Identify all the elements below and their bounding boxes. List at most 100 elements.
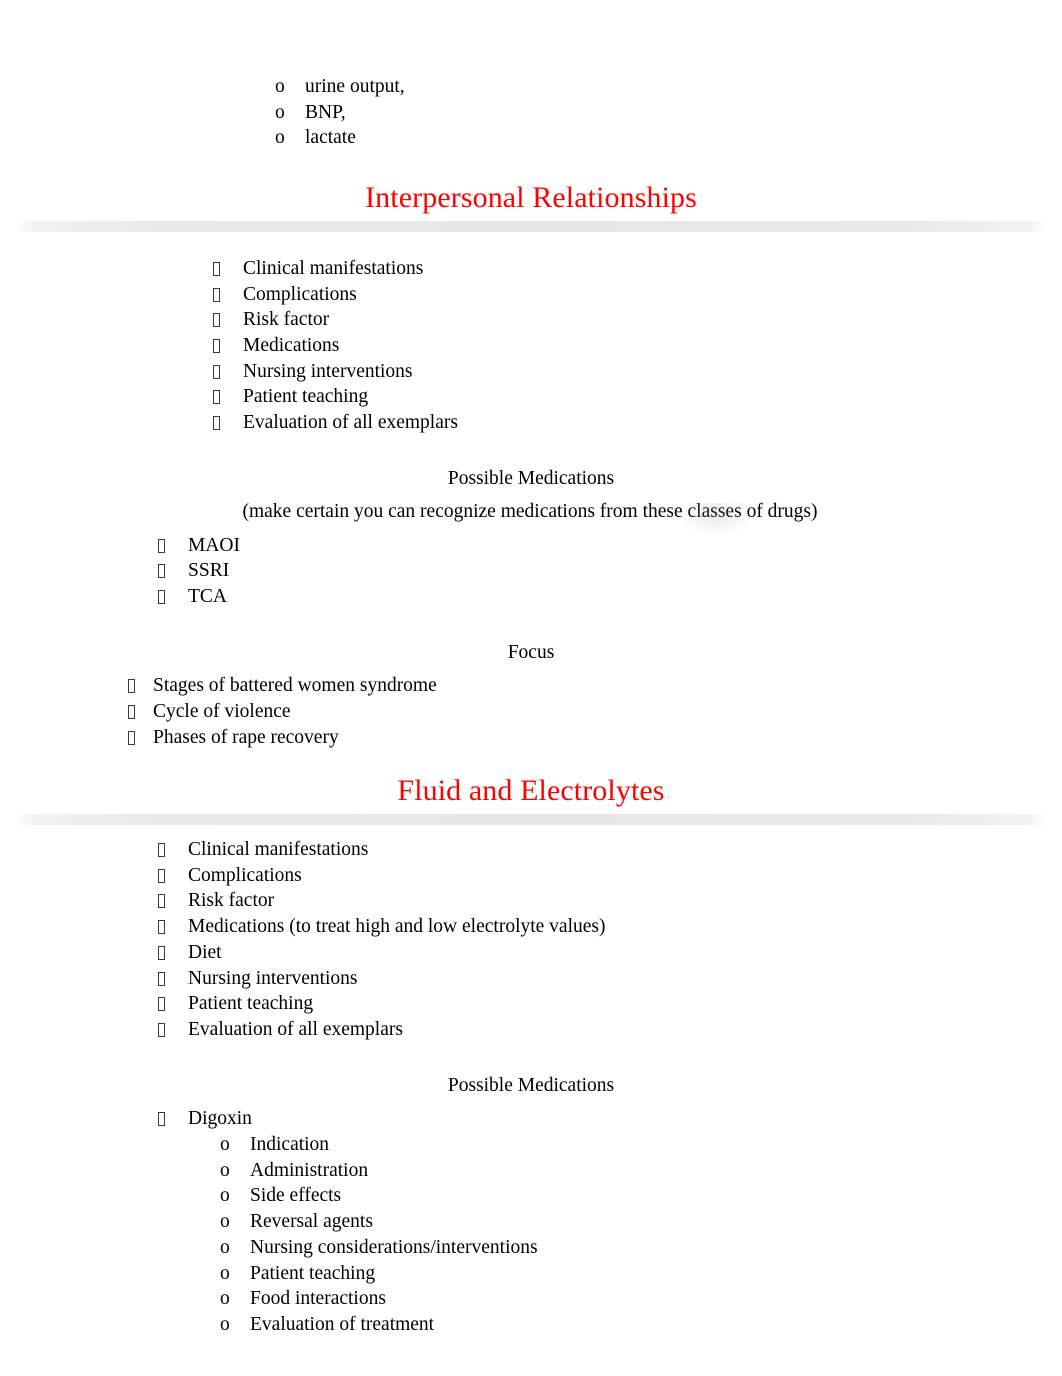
possible-medications-title-two: Possible Medications: [447, 1074, 615, 1096]
list-item: Patient teaching: [0, 991, 1062, 1017]
tofu-bullet-icon: [158, 868, 165, 883]
list-item-label: urine output,: [305, 76, 405, 97]
list-item: o Nursing considerations/interventions: [0, 1235, 1062, 1261]
o-bullet-icon: o: [220, 1288, 230, 1310]
list-item: TCA: [0, 584, 1062, 610]
list-item: o lactate: [0, 125, 1062, 151]
tofu-bullet-icon: [128, 679, 135, 694]
list-item: Nursing interventions: [0, 966, 1062, 992]
list-item-label: Risk factor: [243, 309, 330, 331]
tofu-bullet-icon: [213, 390, 220, 405]
interpersonal-exemplar-list: Clinical manifestations Complications Ri…: [0, 256, 1062, 436]
list-item-label: Risk factor: [188, 890, 275, 912]
list-item: Risk factor: [0, 888, 1062, 914]
list-item: MAOI: [0, 533, 1062, 559]
tofu-bullet-icon: [158, 894, 165, 909]
list-item: o Side effects: [0, 1183, 1062, 1209]
list-item-label: Patient teaching: [243, 386, 369, 408]
possible-medications-title-one: Possible Medications: [447, 467, 615, 489]
list-item: Patient teaching: [0, 384, 1062, 410]
tofu-bullet-icon: [158, 997, 165, 1012]
list-item-label: Reversal agents: [250, 1211, 373, 1233]
o-bullet-icon: o: [220, 1262, 230, 1284]
list-item-label: Medications (to treat high and low elect…: [188, 916, 606, 938]
list-item-label: Nursing interventions: [243, 360, 413, 382]
o-bullet-icon: o: [220, 1133, 230, 1155]
top-spacer: [0, 0, 1062, 74]
tofu-bullet-icon: [213, 287, 220, 302]
tofu-bullet-icon: [158, 920, 165, 935]
tofu-bullet-icon: [158, 945, 165, 960]
list-item: o Patient teaching: [0, 1261, 1062, 1287]
o-bullet-icon: o: [275, 101, 285, 123]
list-item: Digoxin: [0, 1106, 1062, 1132]
list-item: Nursing interventions: [0, 359, 1062, 385]
tofu-bullet-icon: [158, 538, 165, 553]
o-bullet-icon: o: [220, 1314, 230, 1336]
document-page: o urine output, o BNP, o lactate Interpe…: [0, 0, 1062, 1376]
list-item: Diet: [0, 940, 1062, 966]
list-item-label: Nursing interventions: [188, 967, 358, 989]
list-item-label: Nursing considerations/interventions: [250, 1236, 538, 1258]
list-item-label: Indication: [250, 1133, 330, 1155]
list-item-label: Diet: [188, 941, 222, 963]
digoxin-list: Digoxin: [0, 1106, 1062, 1132]
focus-list: Stages of battered women syndrome Cycle …: [0, 673, 1062, 750]
heading-divider: [15, 220, 1047, 232]
tofu-bullet-icon: [213, 339, 220, 353]
list-item: Cycle of violence: [0, 699, 1062, 725]
list-item: Complications: [0, 282, 1062, 308]
list-item-label: Clinical manifestations: [243, 257, 424, 279]
tofu-bullet-icon: [213, 416, 220, 431]
possible-medications-subtitle: (make certain you can recognize medicati…: [0, 499, 1062, 524]
list-item: Evaluation of all exemplars: [0, 410, 1062, 436]
section-one-heading-block: Interpersonal Relationships: [15, 181, 1047, 232]
subtitle-highlighted-word: classes: [687, 501, 742, 523]
digoxin-detail-list: o Indication o Administration o Side eff…: [0, 1132, 1062, 1338]
tofu-bullet-icon: [158, 1112, 165, 1127]
tofu-bullet-icon: [213, 364, 220, 379]
o-bullet-icon: o: [220, 1236, 230, 1258]
tofu-bullet-icon: [213, 313, 220, 328]
list-item: o BNP,: [0, 100, 1062, 126]
list-item: Medications: [0, 333, 1062, 359]
list-item: Medications (to treat high and low elect…: [0, 914, 1062, 940]
list-item: Stages of battered women syndrome: [0, 673, 1062, 699]
list-item: o Food interactions: [0, 1286, 1062, 1312]
list-item: o Indication: [0, 1132, 1062, 1158]
list-item-label: Patient teaching: [250, 1262, 376, 1284]
drug-name-label: Digoxin: [188, 1108, 252, 1130]
list-item-label: Phases of rape recovery: [153, 726, 339, 748]
o-bullet-icon: o: [220, 1211, 230, 1233]
list-item-label: lactate: [305, 127, 356, 149]
list-item-label: Food interactions: [250, 1288, 386, 1310]
fluid-electrolytes-exemplar-list: Clinical manifestations Complications Ri…: [0, 837, 1062, 1043]
tofu-bullet-icon: [158, 842, 165, 857]
tofu-bullet-icon: [158, 971, 165, 986]
o-bullet-icon: o: [220, 1185, 230, 1207]
list-item: Complications: [0, 863, 1062, 889]
list-item: Evaluation of all exemplars: [0, 1017, 1062, 1043]
subtitle-text-after: of drugs): [741, 501, 818, 523]
list-item-label: MAOI: [188, 534, 240, 556]
list-item: o Reversal agents: [0, 1209, 1062, 1235]
list-item-label: Cycle of violence: [153, 700, 291, 722]
tofu-bullet-icon: [128, 730, 135, 745]
page-title-fluid-and-electrolytes: Fluid and Electrolytes: [397, 774, 665, 808]
list-item-label: Clinical manifestations: [188, 838, 369, 860]
subtitle-text-before: (make certain you can recognize medicati…: [242, 501, 688, 523]
list-item-label: Evaluation of treatment: [250, 1314, 435, 1336]
list-item: Phases of rape recovery: [0, 725, 1062, 751]
list-item-label: Side effects: [250, 1185, 342, 1207]
o-bullet-icon: o: [275, 76, 285, 97]
list-item-label: Patient teaching: [188, 993, 314, 1015]
